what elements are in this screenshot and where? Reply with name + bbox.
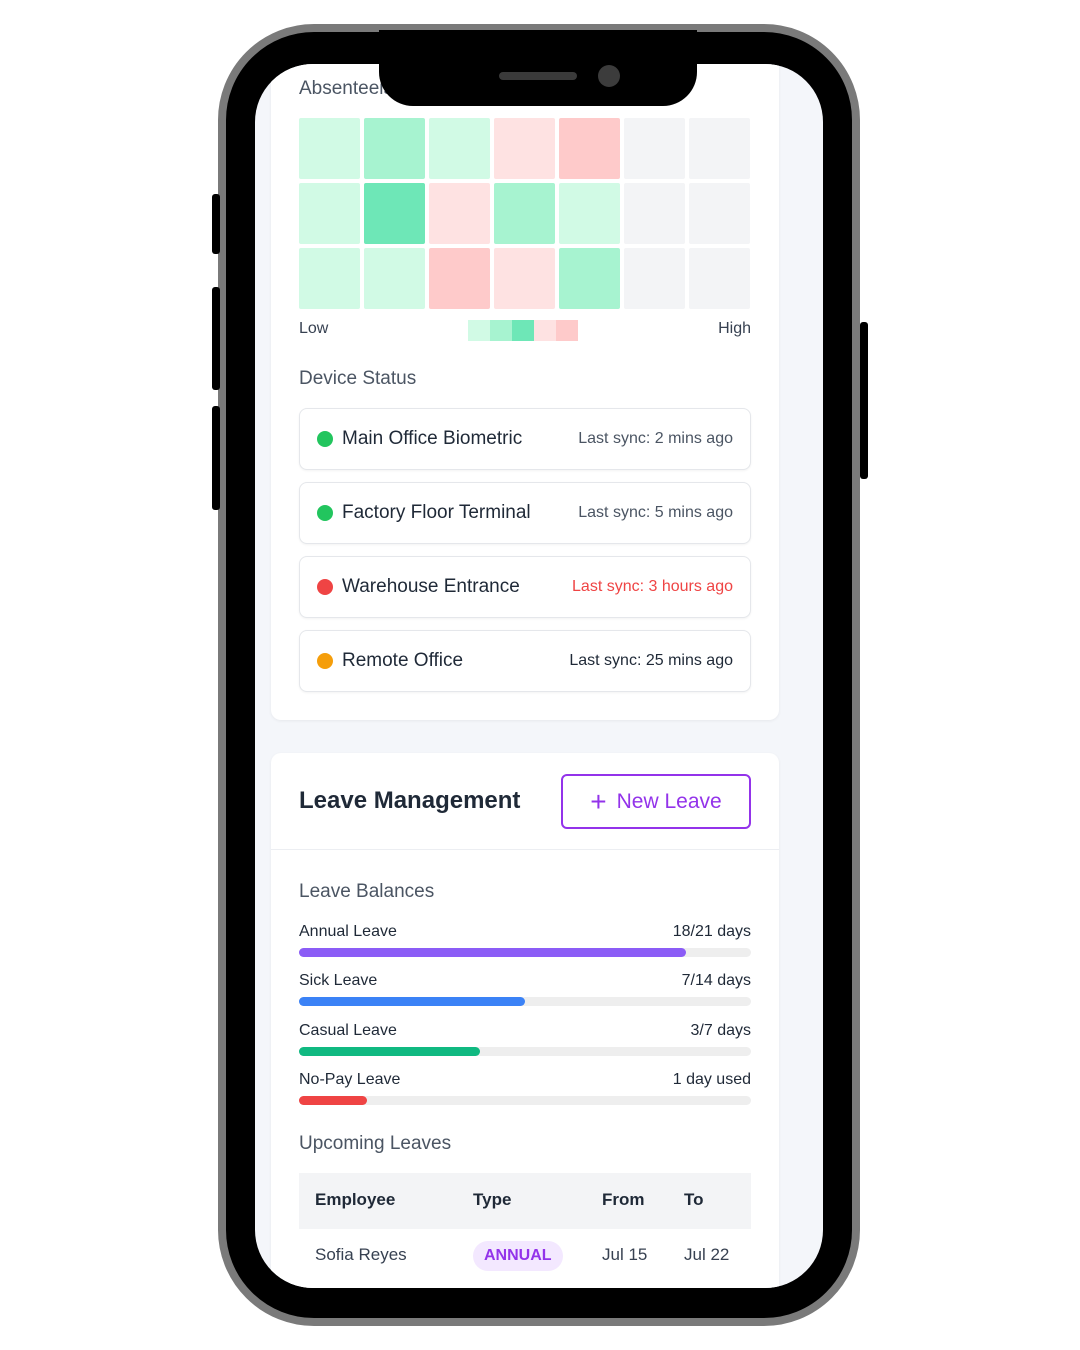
heatmap-cell: [494, 183, 555, 244]
legend-swatch: [468, 320, 490, 341]
leave-balance-row: Sick Leave 7/14 days: [299, 972, 751, 1012]
column-header-to[interactable]: To: [684, 1190, 704, 1210]
device-sync-time: Last sync: 3 hours ago: [572, 578, 733, 595]
heatmap-cell: [689, 248, 750, 309]
heatmap-legend-scale: [468, 320, 578, 341]
leave-balance-value: 18/21 days: [672, 923, 751, 940]
heatmap-cell: [559, 118, 620, 179]
heatmap-cell: [689, 183, 750, 244]
leave-type-label: Casual Leave: [299, 1022, 397, 1039]
upcoming-leaves-title: Upcoming Leaves: [299, 1133, 452, 1154]
heatmap-cell: [429, 248, 490, 309]
heatmap-cell: [559, 183, 620, 244]
device-name: Factory Floor Terminal: [342, 502, 531, 523]
device-row[interactable]: Main Office Biometric Last sync: 2 mins …: [299, 408, 751, 470]
heatmap-cell: [429, 118, 490, 179]
mute-switch: [212, 194, 220, 254]
progress-fill: [299, 997, 525, 1006]
leave-type-label: Annual Leave: [299, 923, 397, 940]
leave-management-title: Leave Management: [299, 787, 521, 814]
leave-balance-row: Annual Leave 18/21 days: [299, 923, 751, 963]
phone-screen: Absenteeism Low High Device Status Main …: [255, 64, 823, 1288]
power-button: [860, 322, 868, 479]
phone-notch: [379, 30, 697, 106]
device-row[interactable]: Factory Floor Terminal Last sync: 5 mins…: [299, 482, 751, 544]
new-leave-label: New Leave: [616, 789, 722, 813]
device-sync-time: Last sync: 5 mins ago: [578, 504, 733, 521]
progress-track: [299, 1096, 751, 1105]
device-name: Main Office Biometric: [342, 428, 523, 449]
leave-management-card: Leave Management + New Leave Leave Balan…: [271, 753, 779, 1288]
status-dot-icon: [317, 579, 333, 595]
new-leave-button[interactable]: + New Leave: [561, 774, 751, 829]
progress-fill: [299, 948, 687, 957]
heatmap-cell: [624, 118, 685, 179]
device-name: Warehouse Entrance: [342, 576, 520, 597]
legend-swatch: [512, 320, 534, 341]
legend-low-label: Low: [299, 320, 329, 337]
table-header: Employee Type From To: [299, 1173, 751, 1229]
heatmap-cell: [299, 183, 360, 244]
leave-balance-row: No-Pay Leave 1 day used: [299, 1071, 751, 1111]
legend-swatch: [534, 320, 556, 341]
progress-fill: [299, 1047, 480, 1056]
volume-down-button: [212, 406, 220, 510]
progress-track: [299, 997, 751, 1006]
heatmap-cell: [429, 183, 490, 244]
heatmap-cell: [624, 248, 685, 309]
heatmap-cell: [559, 248, 620, 309]
column-header-type[interactable]: Type: [473, 1190, 511, 1210]
leave-balances-title: Leave Balances: [299, 881, 435, 902]
leave-type-label: Sick Leave: [299, 972, 378, 989]
heatmap-cell: [494, 118, 555, 179]
divider: [271, 849, 779, 850]
leave-balance-row: Casual Leave 3/7 days: [299, 1022, 751, 1062]
heatmap-cell: [689, 118, 750, 179]
legend-swatch: [490, 320, 512, 341]
device-status-title: Device Status: [299, 368, 417, 389]
legend-high-label: High: [718, 320, 751, 337]
column-header-employee[interactable]: Employee: [315, 1190, 395, 1210]
plus-icon: +: [590, 785, 607, 817]
legend-swatch: [556, 320, 578, 341]
status-dot-icon: [317, 653, 333, 669]
speaker-grille: [499, 72, 577, 80]
leave-type-label: No-Pay Leave: [299, 1071, 401, 1088]
column-header-from[interactable]: From: [602, 1190, 645, 1210]
device-row[interactable]: Warehouse Entrance Last sync: 3 hours ag…: [299, 556, 751, 618]
leave-balance-value: 1 day used: [672, 1071, 751, 1088]
volume-up-button: [212, 287, 220, 390]
leave-to-date: Jul 22: [684, 1245, 730, 1264]
status-dot-icon: [317, 431, 333, 447]
status-dot-icon: [317, 505, 333, 521]
device-name: Remote Office: [342, 650, 464, 671]
front-camera: [598, 65, 620, 87]
progress-track: [299, 948, 751, 957]
progress-track: [299, 1047, 751, 1056]
leave-from-date: Jul 15: [602, 1245, 648, 1264]
leave-balance-value: 3/7 days: [690, 1022, 751, 1039]
heatmap-cell: [364, 183, 425, 244]
device-row[interactable]: Remote Office Last sync: 25 mins ago: [299, 630, 751, 692]
leave-balance-value: 7/14 days: [681, 972, 751, 989]
progress-fill: [299, 1096, 367, 1105]
heatmap-cell: [364, 248, 425, 309]
attendance-card: Absenteeism Low High Device Status Main …: [271, 64, 779, 720]
heatmap-cell: [299, 248, 360, 309]
absenteeism-heatmap: [299, 118, 750, 309]
device-sync-time: Last sync: 2 mins ago: [578, 430, 733, 447]
heatmap-cell: [624, 183, 685, 244]
heatmap-cell: [364, 118, 425, 179]
heatmap-cell: [494, 248, 555, 309]
leave-type-badge: ANNUAL: [473, 1241, 563, 1271]
heatmap-cell: [299, 118, 360, 179]
device-sync-time: Last sync: 25 mins ago: [569, 652, 733, 669]
employee-name: Sofia Reyes: [315, 1245, 407, 1264]
